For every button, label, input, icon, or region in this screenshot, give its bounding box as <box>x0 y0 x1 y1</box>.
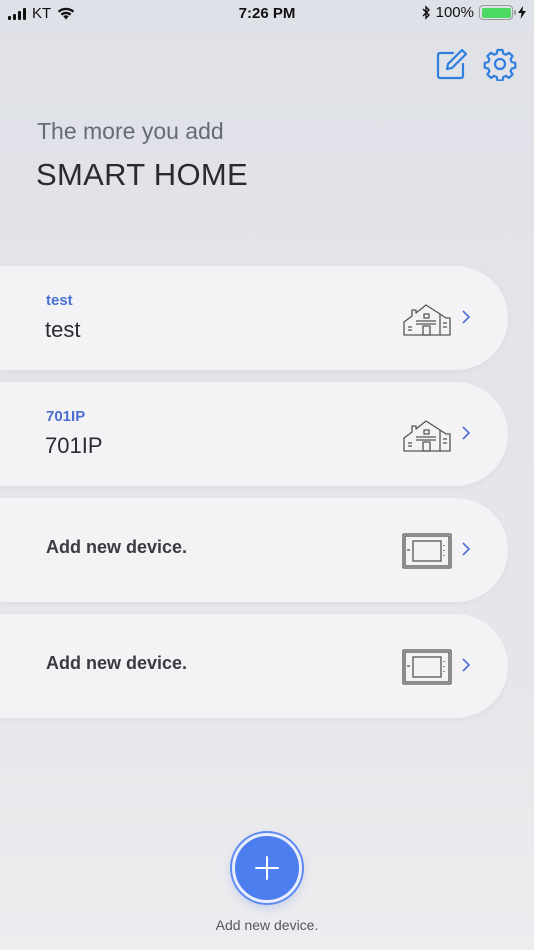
wallpad-device-icon <box>402 533 452 569</box>
card-small-label: test <box>46 292 73 309</box>
battery-percent: 100% <box>435 4 474 21</box>
page-title: SMART HOME <box>36 157 248 192</box>
chevron-right-icon <box>462 542 471 556</box>
add-device-card[interactable]: Add new device. <box>0 498 508 602</box>
plus-icon <box>255 856 279 880</box>
gear-icon <box>483 48 517 82</box>
chevron-right-icon <box>462 658 471 672</box>
add-device-card[interactable]: Add new device. <box>0 614 508 718</box>
status-bar: KT 7:26 PM 100% <box>0 0 534 28</box>
card-big-label: 701IP <box>45 433 103 458</box>
house-icon <box>403 304 451 336</box>
house-icon <box>403 420 451 452</box>
fab-label: Add new device. <box>215 917 319 933</box>
home-card-701ip[interactable]: 701IP 701IP <box>0 382 508 486</box>
card-big-label: test <box>45 317 81 342</box>
add-device-label: Add new device. <box>46 653 188 673</box>
card-small-label: 701IP <box>46 408 86 425</box>
wallpad-device-icon <box>402 649 452 685</box>
status-right: 100% <box>422 4 526 21</box>
battery-icon <box>479 5 516 20</box>
home-card-test[interactable]: test test <box>0 266 508 370</box>
add-device-label: Add new device. <box>46 537 188 557</box>
bluetooth-icon <box>422 5 430 20</box>
charging-icon <box>518 6 526 19</box>
edit-button[interactable] <box>435 47 469 81</box>
page-subtitle: The more you add <box>37 118 224 144</box>
edit-icon <box>436 48 468 80</box>
settings-button[interactable] <box>483 47 517 82</box>
add-device-fab[interactable] <box>232 833 302 903</box>
chevron-right-icon <box>462 426 471 440</box>
chevron-right-icon <box>462 310 471 324</box>
